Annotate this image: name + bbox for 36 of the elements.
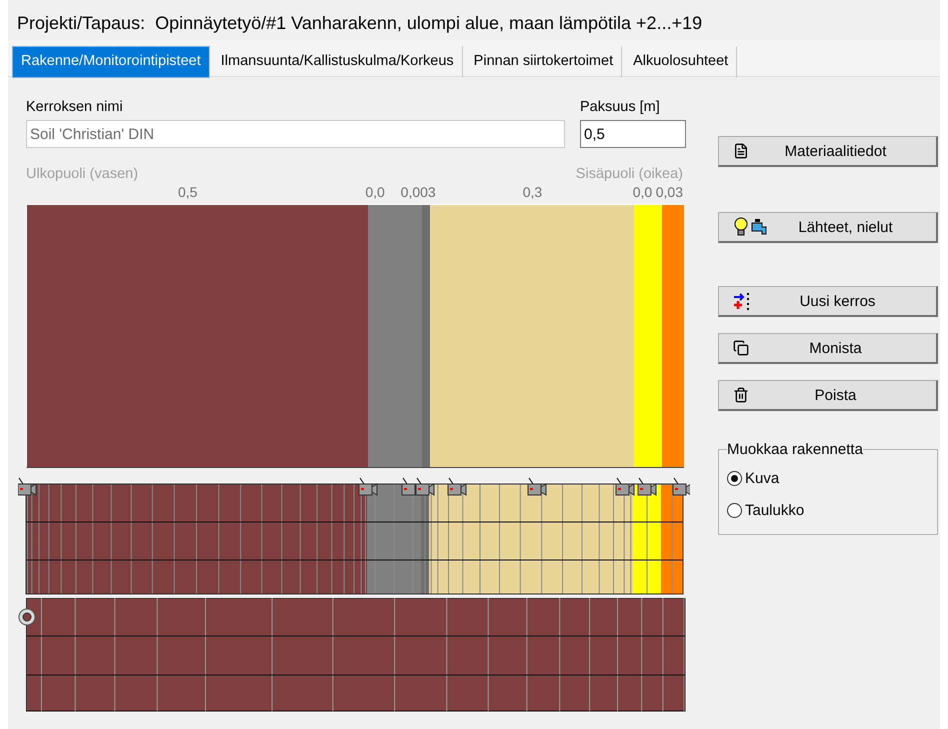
thickness-label: 0,3 [522,184,542,200]
thickness-label: 0,003 [400,184,436,200]
thickness-label: 0,0 [632,184,652,200]
tab[interactable]: Pinnan siirtokertoimet [464,46,622,78]
tab[interactable]: Rakenne/Monitorointipisteet [12,46,210,78]
layer-bar[interactable] [662,205,684,467]
document-icon [733,143,749,159]
bulb-and-tap-icon [733,217,769,237]
layer-bar[interactable] [430,205,634,467]
field-label: Paksuus [m] [580,99,661,115]
trash-icon [733,387,749,403]
layer-bar[interactable] [368,205,422,467]
layer-bar[interactable] [634,205,662,467]
action-button[interactable]: Lähteet, nielut [718,212,938,243]
thickness-field[interactable]: 0,5 [580,120,686,148]
layer-name-field[interactable]: Soil 'Christian' DIN [26,120,565,148]
tab[interactable]: Ilmansuunta/Kallistuskulma/Korkeus [212,46,463,78]
thickness-label: 0,03 [656,184,683,200]
thickness-label: 0,0 [365,184,385,200]
group-title: Muokkaa rakennetta [727,441,863,458]
layer-bar[interactable] [27,205,368,467]
field-label: Kerroksen nimi [26,99,124,115]
action-button[interactable]: Monista [718,333,938,364]
action-button[interactable]: Uusi kerros [718,286,938,317]
tab[interactable]: Alkuolosuhteet [624,46,738,78]
radio-option[interactable]: Kuva [727,462,929,494]
project-title: Opinnäytetyö/#1 Vanharakenn, ulompi alue, maan lämpötila +2...+19 [155,13,702,35]
copy-icon [733,340,749,356]
outside-label: Ulkopuoli (vasen) [26,166,138,182]
action-button[interactable]: Materiaalitiedot [718,136,938,167]
inside-label: Sisäpuoli (oikea) [576,166,683,182]
layer-bar[interactable] [422,205,430,467]
action-button[interactable]: Poista [718,380,938,411]
project-label: Projekti/Tapaus: [17,13,146,35]
thickness-label: 0,5 [178,184,198,200]
radio-option[interactable]: Taulukko [727,494,929,526]
